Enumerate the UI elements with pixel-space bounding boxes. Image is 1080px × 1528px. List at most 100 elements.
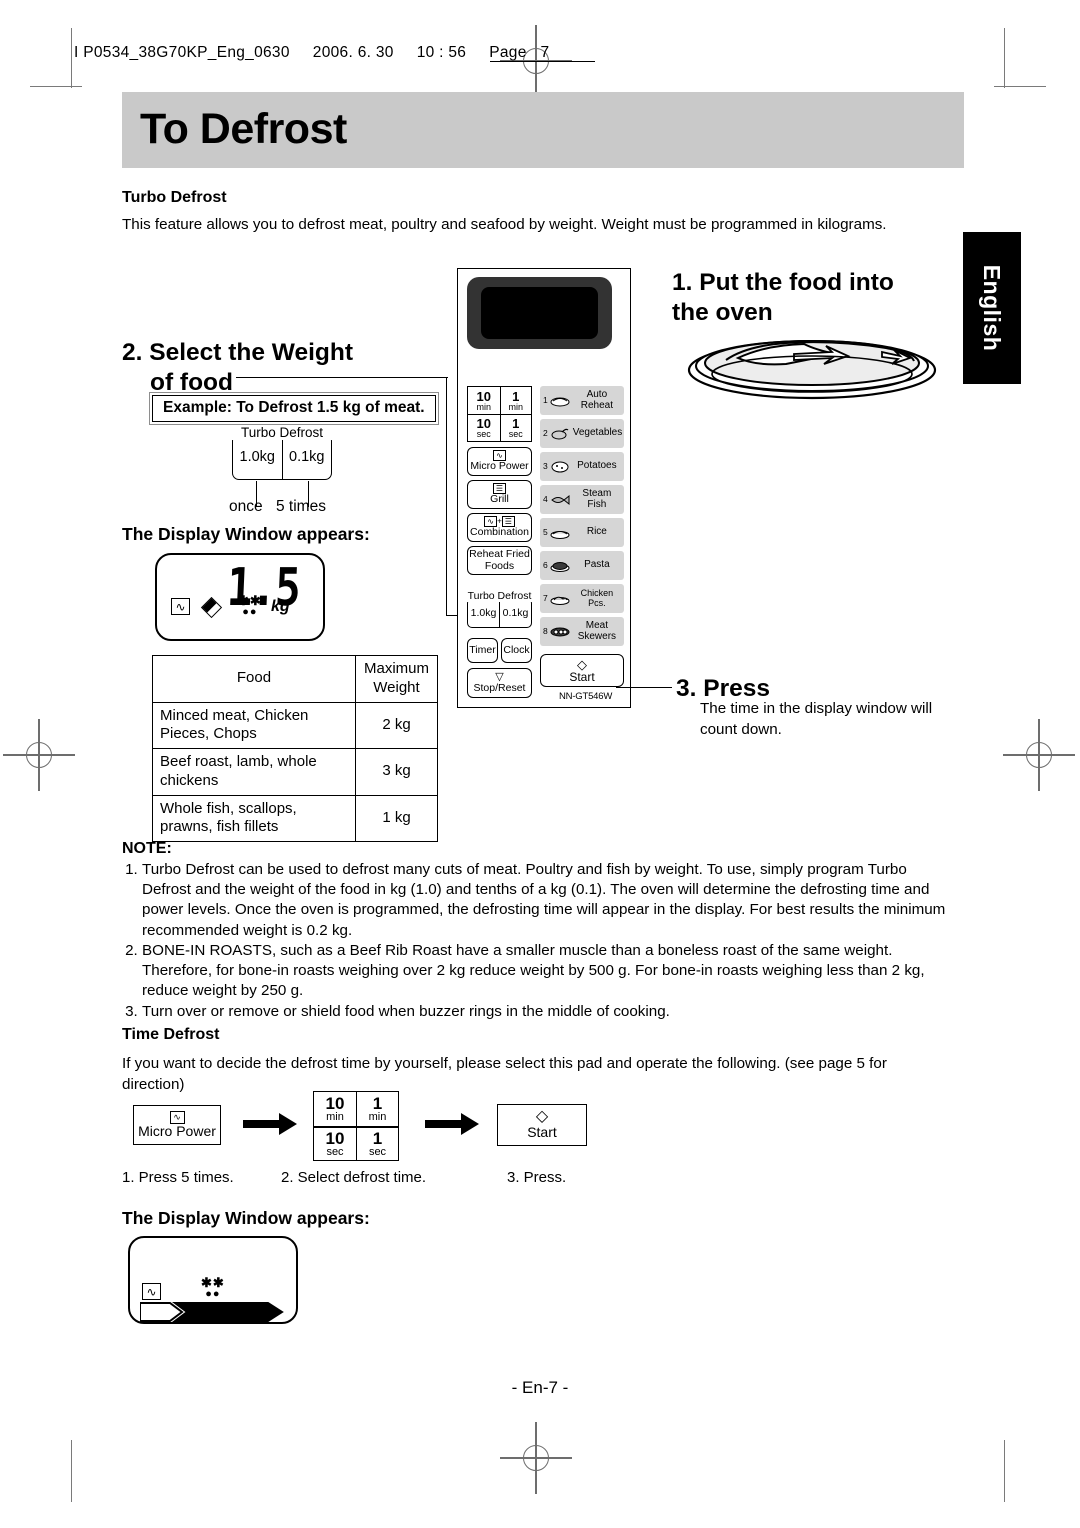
flow-pad-10-sec[interactable]: 10 sec <box>314 1126 356 1160</box>
control-panel-illustration: 10 min 1 min 10 sec 1 sec ∿ Micro Power … <box>457 268 631 708</box>
panel-turbo-defrost-1kg[interactable]: 1.0kg <box>468 598 499 627</box>
panel-button-micro-power[interactable]: ∿ Micro Power <box>467 447 532 476</box>
flow-arrow-1-svg <box>243 1113 297 1135</box>
panel-number-pad[interactable]: 10 min 1 min 10 sec 1 sec <box>467 386 532 442</box>
steam-fish-icon <box>549 493 571 507</box>
rice-icon <box>549 526 571 540</box>
turbo-defrost-intro: This feature allows you to defrost meat,… <box>122 216 887 233</box>
start-diamond-icon: ◇ <box>535 1108 549 1126</box>
display-progress-bar <box>139 1301 290 1328</box>
time-defrost-number-pad[interactable]: 10 min 1 min 10 sec 1 sec <box>313 1091 399 1161</box>
table-row: Whole fish, scallops, prawns, fish fille… <box>152 794 438 842</box>
panel-button-stop-reset-label: Stop/Reset <box>473 681 526 694</box>
pad-1-min[interactable]: 1 min <box>499 387 532 414</box>
time-defrost-start-label: Start <box>527 1124 557 1141</box>
table-cell-weight: 2 kg <box>355 701 438 749</box>
table-cell-weight: 1 kg <box>355 794 438 842</box>
table-cell-food: Whole fish, scallops, prawns, fish fille… <box>152 794 356 842</box>
panel-button-timer[interactable]: Timer <box>467 638 498 663</box>
auto-menu-label: Auto Reheat <box>580 389 613 411</box>
panel-button-chicken-pcs[interactable]: 7 Chicken Pcs. <box>540 584 624 613</box>
step2-title-line1: Select the Weight <box>149 339 354 366</box>
panel-button-steam-fish[interactable]: 4 Steam Fish <box>540 485 624 514</box>
auto-menu-number: 4 <box>543 494 548 505</box>
pad-1-sec[interactable]: 1 sec <box>499 414 531 441</box>
step2-display-heading: The Display Window appears: <box>122 524 370 544</box>
pad-1-sec-unit: sec <box>508 429 523 439</box>
note-list: Turbo Defrost can be used to defrost man… <box>122 860 952 1022</box>
pad-1-min-unit: min <box>508 401 523 412</box>
auto-menu-number: 3 <box>543 461 548 472</box>
flow-pad-10-min[interactable]: 10 min <box>314 1092 356 1126</box>
time-defrost-display-heading: The Display Window appears: <box>122 1208 370 1228</box>
language-tab-english: English <box>963 232 1021 384</box>
panel-turbo-defrost-caption: Turbo Defrost <box>467 590 532 602</box>
table-header-food: Food <box>152 655 356 703</box>
time-defrost-start-button[interactable]: ◇ Start <box>497 1104 587 1146</box>
panel-button-potatoes[interactable]: 3 Potatoes <box>540 452 624 481</box>
language-tab-label: English <box>979 264 1005 352</box>
panel-button-reheat-fried-foods-label: Reheat Fried Foods <box>469 548 530 572</box>
trim-mark-top-left-v <box>71 28 73 88</box>
defrost-droplets-icon: ✱✱ ●● <box>201 1275 225 1300</box>
panel-button-stop-reset[interactable]: ▽ Stop/Reset <box>467 668 532 698</box>
trim-mark-top-right-v <box>1004 28 1006 88</box>
note-item: BONE-IN ROASTS, such as a Beef Rib Roast… <box>142 941 952 1002</box>
table-cell-food: Beef roast, lamb, whole chickens <box>152 748 356 796</box>
panel-button-pasta[interactable]: 6 Pasta <box>540 551 624 580</box>
chicken-pcs-icon <box>549 592 571 606</box>
flow-pad-1-min[interactable]: 1 min <box>356 1092 398 1126</box>
step2-connector-h-top <box>236 377 448 379</box>
panel-button-auto-reheat[interactable]: 1 Auto Reheat <box>540 386 624 415</box>
turntable-svg <box>687 340 937 400</box>
auto-menu-label: Rice <box>586 526 607 538</box>
pad-10-sec[interactable]: 10 sec <box>468 414 500 441</box>
trim-mark-left-top-h <box>30 86 82 88</box>
time-defrost-heading: Time Defrost <box>122 1026 220 1043</box>
auto-menu-number: 7 <box>543 593 548 604</box>
panel-button-vegetables[interactable]: 2 Vegetables <box>540 419 624 448</box>
panel-button-combination[interactable]: ∿ + ☰ Combination <box>467 513 532 542</box>
flow-pad-1-min-value: 1 <box>372 1094 383 1113</box>
time-defrost-intro: If you want to decide the defrost time b… <box>122 1055 887 1093</box>
example-pad-caption: Turbo Defrost <box>232 425 332 440</box>
flow-pad-1-min-unit: min <box>368 1111 387 1123</box>
panel-button-rice[interactable]: 5 Rice <box>540 518 624 547</box>
meat-skewers-icon <box>549 625 571 639</box>
panel-model-number: NN-GT546W <box>559 691 613 702</box>
panel-button-grill[interactable]: ☰ Grill <box>467 480 532 509</box>
auto-menu-number: 5 <box>543 527 548 538</box>
flow-pad-10-min-unit: min <box>326 1111 344 1123</box>
panel-button-meat-skewers[interactable]: 8 Meat Skewers <box>540 617 624 646</box>
trim-mark-bottom-right-v <box>1004 1440 1006 1502</box>
start-diamond-icon <box>200 596 223 619</box>
table-row: Beef roast, lamb, whole chickens 3 kg <box>152 748 438 796</box>
time-defrost-micro-power-button[interactable]: ∿ Micro Power <box>133 1105 221 1145</box>
flow-arrow-2-svg <box>425 1113 479 1135</box>
pad-1-min-value: 1 <box>512 388 520 404</box>
flow-pad-10-sec-value: 10 <box>325 1129 345 1148</box>
panel-button-start[interactable]: ◇ Start <box>540 654 624 687</box>
vegetables-icon <box>549 427 571 441</box>
panel-button-start-label: Start <box>569 669 595 684</box>
panel-turbo-defrost-01kg[interactable]: 0.1kg <box>499 598 531 627</box>
step3-number: 3. <box>676 675 697 702</box>
pasta-icon <box>549 559 571 573</box>
pad-10-sec-unit: sec <box>476 429 491 439</box>
step1-title: Put the food into the oven <box>672 269 894 326</box>
table-row: Minced meat, Chicken Pieces, Chops 2 kg <box>152 701 438 749</box>
panel-button-combination-label: Combination <box>470 526 529 539</box>
step2-number: 2. <box>122 339 143 366</box>
panel-turbo-defrost-pad[interactable]: Turbo Defrost 1.0kg 0.1kg <box>467 590 532 629</box>
potatoes-icon <box>549 460 571 474</box>
panel-button-clock[interactable]: Clock <box>501 638 532 663</box>
panel-button-reheat-fried-foods[interactable]: Reheat Fried Foods <box>467 546 532 575</box>
display-progress-bar-svg <box>139 1302 284 1322</box>
table-header-max-line1: Maximum <box>363 660 429 677</box>
auto-menu-label: Steam Fish <box>582 488 612 510</box>
auto-menu-label: Pasta <box>584 559 610 571</box>
pad-10-min[interactable]: 10 min <box>468 387 500 414</box>
note-item: Turbo Defrost can be used to defrost man… <box>142 860 952 941</box>
flow-pad-1-sec[interactable]: 1 sec <box>356 1126 398 1160</box>
example-leader-label-right: 5 times <box>276 498 326 515</box>
